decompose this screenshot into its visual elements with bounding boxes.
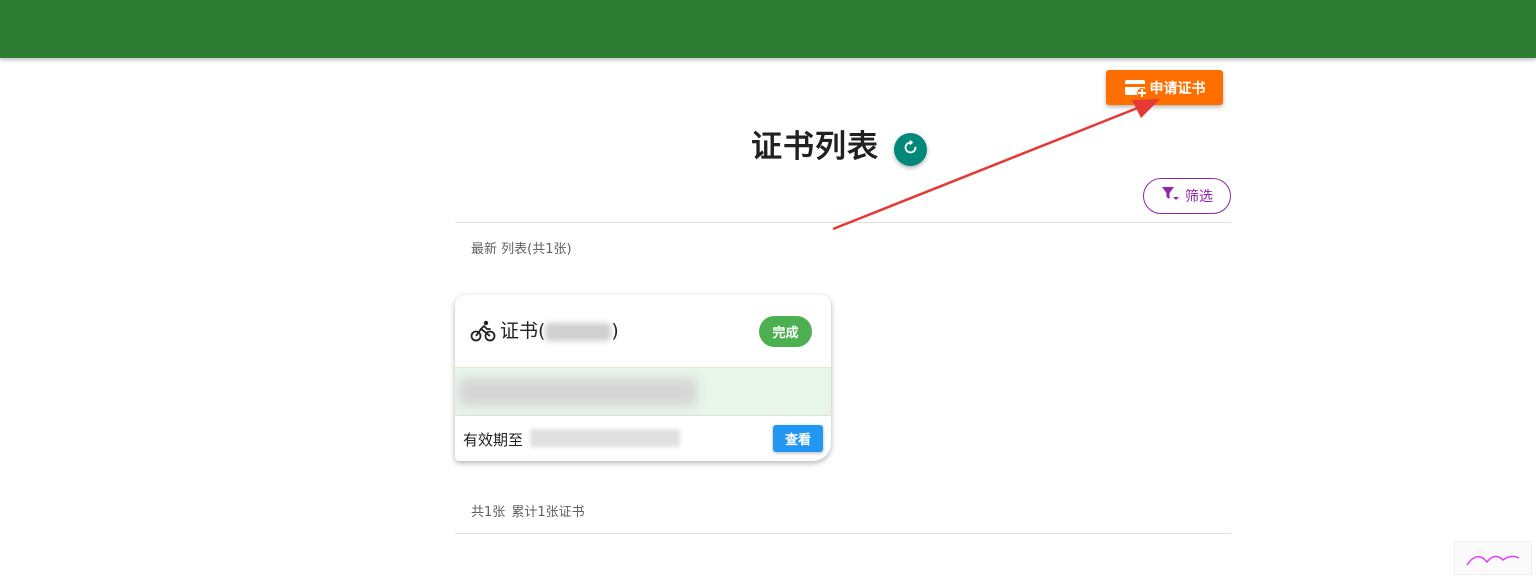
card-detail-strip (455, 367, 831, 416)
view-button[interactable]: 查看 (773, 425, 823, 452)
filter-label: 筛选 (1185, 189, 1213, 205)
certificate-name: 证书() (500, 319, 619, 343)
divider-bottom (455, 533, 1231, 534)
watermark-logo (1454, 541, 1532, 575)
divider-top (455, 222, 1231, 223)
redacted-name (545, 322, 612, 341)
page-title: 证书列表 (751, 129, 879, 165)
valid-until-label: 有效期至 (463, 431, 524, 449)
refresh-icon (902, 139, 919, 160)
card-footer: 有效期至 查看 (455, 416, 831, 461)
annotation-arrow (832, 99, 1160, 231)
apply-certificate-button[interactable]: 申请证书 (1106, 70, 1223, 105)
redacted-valid-date (530, 429, 680, 447)
list-header: 最新 列表(共1张) (471, 242, 572, 257)
certificate-name-prefix: 证书( (500, 320, 546, 342)
card-plus-icon (1124, 78, 1148, 98)
redacted-details (459, 378, 697, 406)
apply-certificate-label: 申请证书 (1149, 80, 1206, 97)
filter-button[interactable]: 筛选 (1143, 178, 1231, 214)
card-header: 证书() 完成 (455, 295, 831, 367)
bicycle-icon (470, 320, 496, 346)
certificate-card: 证书() 完成 有效期至 查看 (455, 295, 831, 461)
list-summary: 共1张 累计1张证书 (471, 505, 585, 520)
top-app-bar (0, 0, 1536, 58)
refresh-button[interactable] (894, 133, 927, 166)
status-badge: 完成 (759, 316, 812, 347)
filter-icon (1161, 186, 1179, 206)
certificate-name-suffix: ) (611, 320, 619, 342)
